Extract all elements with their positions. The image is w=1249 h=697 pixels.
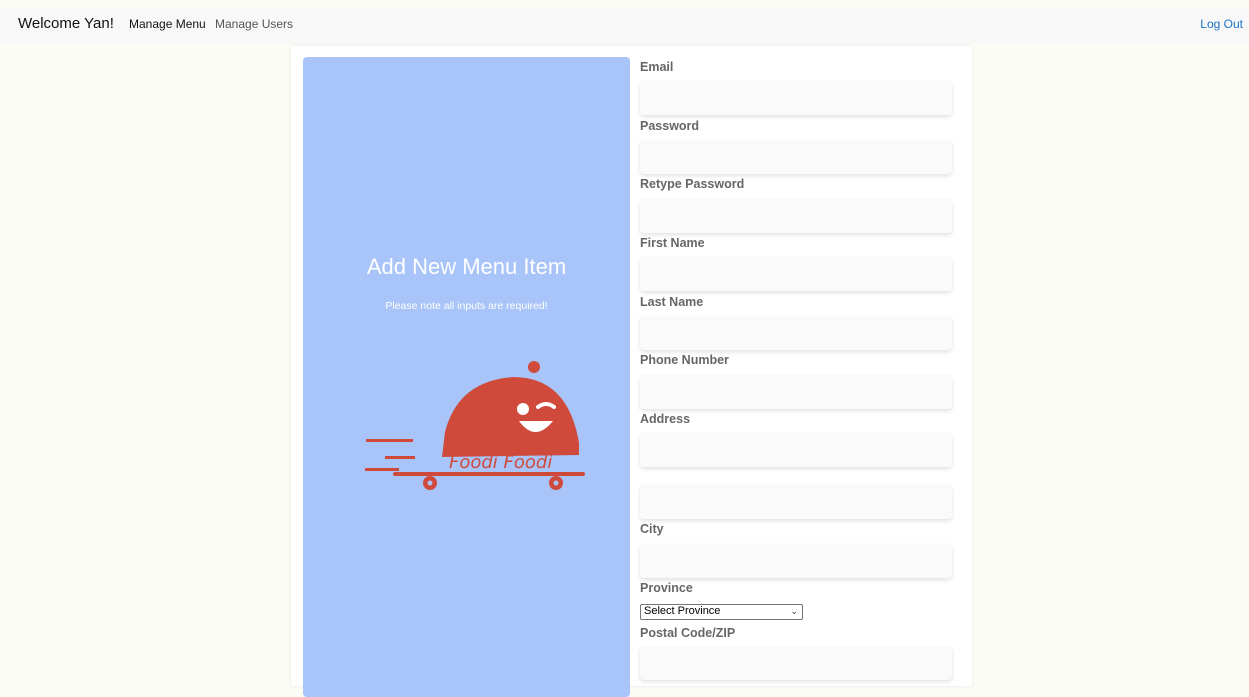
- welcome-brand[interactable]: Welcome Yan!: [18, 15, 114, 32]
- province-selected-value: Select Province: [644, 605, 721, 617]
- last-name-field[interactable]: [640, 316, 952, 350]
- phone-number-field[interactable]: [640, 375, 952, 409]
- logo-text: Foodi Foodi: [449, 452, 552, 473]
- retype-password-label: Retype Password: [640, 177, 745, 191]
- city-field[interactable]: [640, 544, 952, 578]
- logo-speed-line: [366, 439, 413, 442]
- logo-eye: [517, 403, 529, 415]
- retype-password-field[interactable]: [640, 199, 952, 233]
- logo-knob: [528, 361, 540, 373]
- postal-code-label: Postal Code/ZIP: [640, 626, 736, 640]
- email-field[interactable]: [640, 81, 952, 115]
- address-line2-field[interactable]: [640, 485, 952, 519]
- first-name-field[interactable]: [640, 257, 952, 291]
- logout-link[interactable]: Log Out: [1200, 17, 1243, 31]
- phone-number-label: Phone Number: [640, 353, 729, 367]
- logo-speed-line: [365, 468, 399, 471]
- province-select[interactable]: Select Province ⌄: [640, 604, 803, 620]
- logo-wheel-hub: [427, 480, 433, 486]
- info-panel: Add New Menu Item Please note all inputs…: [303, 57, 630, 697]
- password-label: Password: [640, 119, 700, 133]
- first-name-label: First Name: [640, 236, 705, 250]
- nav-link-manage-menu[interactable]: Manage Menu: [129, 17, 206, 31]
- password-field[interactable]: [640, 140, 952, 174]
- postal-code-field[interactable]: [640, 646, 952, 680]
- email-label: Email: [640, 60, 674, 74]
- province-label: Province: [640, 581, 693, 595]
- address-label: Address: [640, 412, 691, 426]
- city-label: City: [640, 522, 664, 536]
- last-name-label: Last Name: [640, 295, 704, 309]
- foodi-logo: Foodi Foodi: [365, 361, 585, 490]
- panel-note: Please note all inputs are required!: [385, 300, 548, 312]
- logo-speed-line: [385, 456, 415, 459]
- logo-cloche: [442, 377, 579, 457]
- logo-wheel-hub: [553, 480, 559, 486]
- panel-title: Add New Menu Item: [366, 254, 567, 279]
- chevron-down-icon: ⌄: [790, 606, 798, 616]
- nav-link-manage-users[interactable]: Manage Users: [215, 17, 293, 31]
- top-navbar: Welcome Yan! Manage Menu Manage Users Lo…: [0, 8, 1249, 44]
- address-field[interactable]: [640, 433, 952, 467]
